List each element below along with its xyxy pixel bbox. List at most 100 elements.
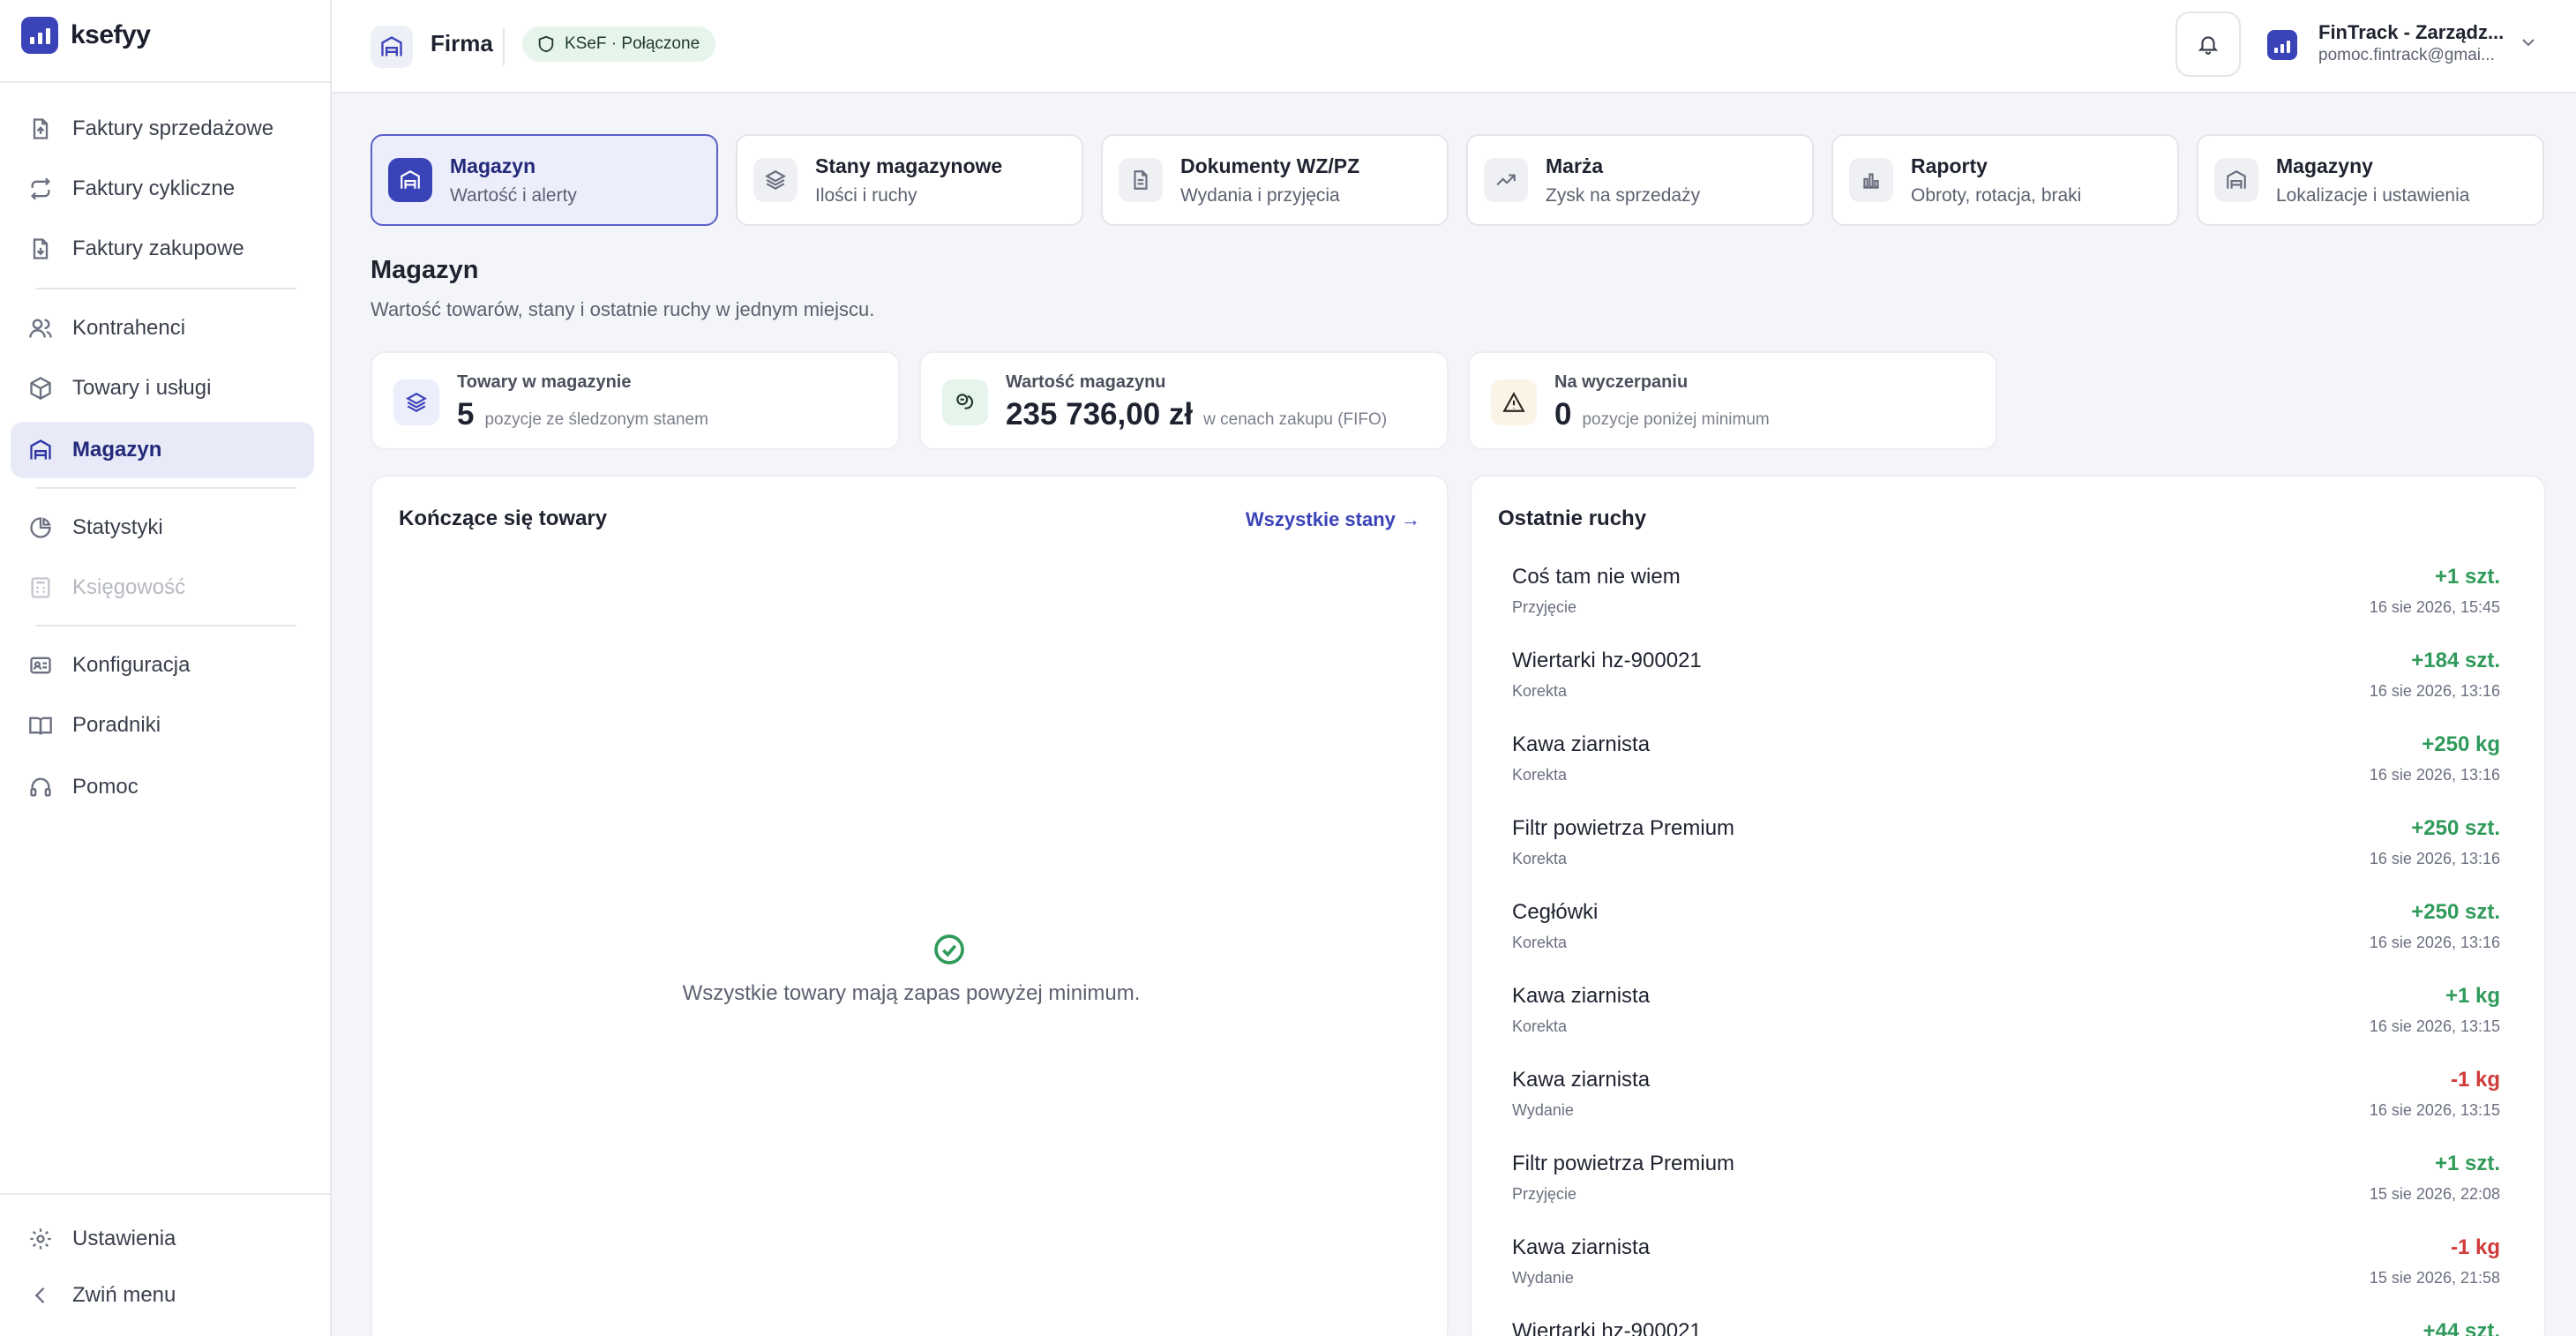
tab-title: Raporty (1911, 154, 1988, 177)
chevron-down-icon[interactable] (2518, 32, 2539, 53)
movement-date: 15 sie 2026, 22:08 (2369, 1185, 2500, 1203)
tab-raporty[interactable]: Raporty Obroty, rotacja, braki (1831, 134, 2179, 226)
firm-selector[interactable]: Firma (431, 30, 493, 57)
movement-row[interactable]: Filtr powietrza Premium Korekta +250 szt… (1512, 816, 2500, 878)
sidebar-item-label: Faktury cykliczne (72, 176, 236, 200)
sidebar-item-kontrahenci[interactable]: Kontrahenci (11, 300, 314, 357)
movement-type: Przyjęcie (1512, 598, 1577, 616)
bell-icon (2198, 36, 2219, 55)
tab-title: Magazyn (450, 154, 536, 177)
stat-note: w cenach zakupu (FIFO) (1203, 410, 1388, 429)
coins-icon (942, 379, 988, 425)
movement-date: 15 sie 2026, 21:58 (2369, 1269, 2500, 1287)
movement-qty: -1 kg (2450, 1068, 2500, 1092)
movement-qty: +1 szt. (2434, 565, 2500, 589)
tab-dokumenty-wz-pz[interactable]: Dokumenty WZ/PZ Wydania i przyjęcia (1101, 134, 1449, 226)
sidebar-item-label: Kontrahenci (72, 316, 186, 340)
movement-row[interactable]: Kawa ziarnista Korekta +1 kg 16 sie 2026… (1512, 984, 2500, 1046)
movement-type: Korekta (1512, 1017, 1568, 1035)
movement-type: Korekta (1512, 850, 1568, 867)
sidebar-item-faktury-zakupowe[interactable]: Faktury zakupowe (11, 221, 314, 277)
sidebar-item-label: Faktury zakupowe (72, 236, 244, 260)
movement-row[interactable]: Coś tam nie wiem Przyjęcie +1 szt. 16 si… (1512, 565, 2500, 627)
warehouse-icon (388, 158, 432, 202)
warehouse-icon (28, 438, 53, 462)
trending-up-icon (1484, 158, 1528, 202)
sidebar-item-faktury-cykliczne[interactable]: Faktury cykliczne (11, 161, 314, 217)
stat-card-wyczerpanie: Na wyczerpaniu 0 pozycje poniżej minimum (1468, 351, 1997, 450)
sidebar-item-label: Pomoc (72, 775, 139, 799)
sidebar-item-konfiguracja[interactable]: Konfiguracja (11, 637, 314, 694)
bar-chart-icon (1849, 158, 1893, 202)
tab-magazyn[interactable]: Magazyn Wartość i alerty (371, 134, 718, 226)
movement-name: Coś tam nie wiem (1512, 565, 1681, 589)
shield-icon (538, 35, 554, 53)
sidebar-item-label: Faktury sprzedażowe (72, 116, 274, 140)
sidebar-item-label: Poradniki (72, 713, 161, 737)
movement-date: 16 sie 2026, 13:16 (2369, 934, 2500, 951)
stat-card-towary: Towary w magazynie 5 pozycje ze śledzonym… (371, 351, 900, 450)
movement-qty: +1 szt. (2434, 1152, 2500, 1175)
tab-title: Marża (1546, 154, 1604, 177)
movement-type: Wydanie (1512, 1101, 1574, 1119)
tab-magazyny[interactable]: Magazyny Lokalizacje i ustawienia (2197, 134, 2544, 226)
empty-message: Wszystkie towary mają zapas powyżej mini… (682, 981, 1141, 1005)
file-download-icon (28, 236, 53, 261)
movement-name: Wiertarki hz-900021 (1512, 1319, 1702, 1336)
check-circle-icon (932, 932, 967, 967)
movement-type: Korekta (1512, 766, 1568, 784)
sidebar-item-pomoc[interactable]: Pomoc (11, 759, 314, 815)
collapse-menu-label: Zwiń menu (72, 1283, 176, 1307)
sidebar-item-ustawienia[interactable]: Ustawienia (11, 1211, 314, 1267)
tab-stany-magazynowe[interactable]: Stany magazynowe Ilości i ruchy (736, 134, 1083, 226)
gear-icon (28, 1227, 53, 1251)
file-upload-icon (28, 116, 53, 141)
movement-qty: +44 szt. (2422, 1319, 2500, 1336)
recent-movements-panel: Ostatnie ruchy Coś tam nie wiem Przyjęci… (1470, 475, 2546, 1336)
sidebar-item-towary-i-uslugi[interactable]: Towary i usługi (11, 360, 314, 417)
movement-row[interactable]: Wiertarki hz-900021 Korekta +184 szt. 16… (1512, 649, 2500, 710)
movement-name: Wiertarki hz-900021 (1512, 649, 1702, 672)
repeat-icon (28, 176, 53, 201)
tab-title: Dokumenty WZ/PZ (1180, 154, 1360, 177)
brand-name: ksefyy (71, 20, 151, 49)
movement-row[interactable]: Cegłówki Korekta +250 szt. 16 sie 2026, … (1512, 900, 2500, 962)
movement-qty: -1 kg (2450, 1235, 2500, 1259)
collapse-menu-button[interactable]: Zwiń menu (11, 1267, 314, 1324)
chevron-left-icon (28, 1283, 53, 1308)
account-logo-icon[interactable] (2267, 30, 2297, 60)
stat-value: 5 (457, 397, 475, 432)
movement-row[interactable]: Kawa ziarnista Wydanie -1 kg 15 sie 2026… (1512, 1235, 2500, 1297)
divider (35, 288, 296, 289)
movement-row[interactable]: Wiertarki hz-900021 +44 szt. (1512, 1319, 2500, 1336)
movement-type: Korekta (1512, 682, 1568, 700)
pie-chart-icon (28, 515, 53, 540)
movement-date: 16 sie 2026, 13:16 (2369, 766, 2500, 784)
movement-row[interactable]: Filtr powietrza Premium Przyjęcie +1 szt… (1512, 1152, 2500, 1213)
account-name[interactable]: FinTrack - Zarządz... (2318, 21, 2512, 44)
movement-qty: +250 szt. (2411, 900, 2500, 924)
account-email: pomoc.fintrack@gmai... (2318, 46, 2495, 64)
brand[interactable]: ksefyy (21, 16, 151, 55)
sidebar-item-poradniki[interactable]: Poradniki (11, 697, 314, 754)
movement-row[interactable]: Kawa ziarnista Wydanie -1 kg 16 sie 2026… (1512, 1068, 2500, 1130)
tab-title: Magazyny (2276, 154, 2373, 177)
movement-qty: +250 kg (2422, 732, 2500, 756)
sidebar-item-faktury-sprzedazowe[interactable]: Faktury sprzedażowe (11, 101, 314, 157)
tab-marza[interactable]: Marża Zysk na sprzedaży (1466, 134, 1814, 226)
stat-label: Na wyczerpaniu (1554, 372, 1689, 392)
all-stock-link[interactable]: Wszystkie stany → (1246, 508, 1420, 531)
layers-icon (753, 158, 798, 202)
stat-label: Wartość magazynu (1006, 372, 1166, 392)
sidebar-item-label: Konfiguracja (72, 653, 191, 677)
notifications-button[interactable] (2175, 11, 2241, 77)
divider (35, 487, 296, 489)
movement-type: Korekta (1512, 934, 1568, 951)
movement-name: Kawa ziarnista (1512, 1068, 1651, 1092)
topbar: Firma KSeF · Połączone FinTrack - Zarząd… (332, 0, 2576, 94)
movement-row[interactable]: Kawa ziarnista Korekta +250 kg 16 sie 20… (1512, 732, 2500, 794)
page-subtitle: Wartość towarów, stany i ostatnie ruchy … (371, 298, 875, 320)
sidebar-item-statystyki[interactable]: Statystyki (11, 499, 314, 556)
stat-value: 235 736,00 zł (1006, 397, 1194, 432)
sidebar-item-magazyn[interactable]: Magazyn (11, 422, 314, 478)
